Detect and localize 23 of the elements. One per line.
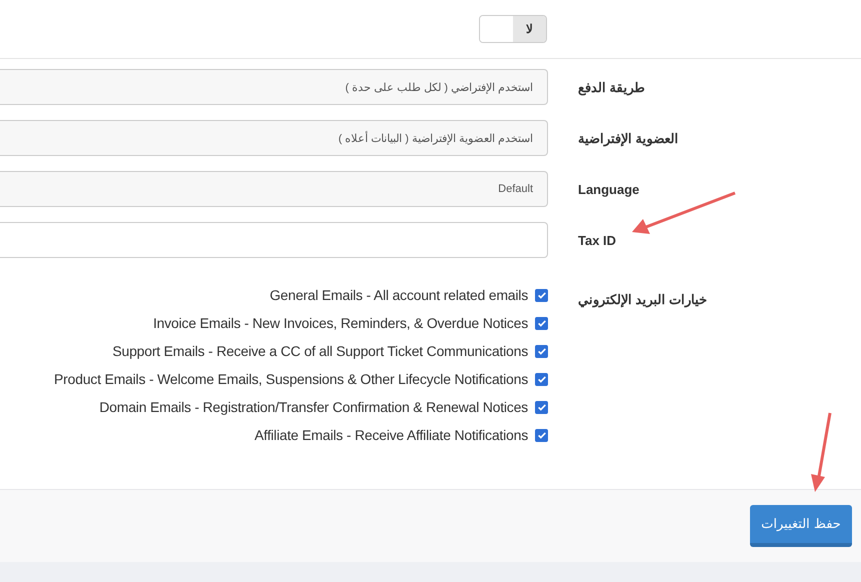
checkbox[interactable]	[535, 372, 548, 386]
email-option-label: Product Emails - Welcome Emails, Suspensions & Other Lifecycle Notifications	[54, 371, 528, 387]
checkbox[interactable]	[535, 400, 548, 414]
field-label: خيارات البريد الإلكتروني	[578, 292, 708, 307]
email-option-label: Invoice Emails - New Invoices, Reminders, & Overdue Notices	[153, 315, 528, 331]
checkbox[interactable]	[535, 288, 548, 302]
email-option-label: Domain Emails - Registration/Transfer Confirmation & Renewal Notices	[99, 399, 528, 415]
form-field[interactable]: استخدم العضوية الإفتراضية ( البيانات أعلاه )	[0, 120, 548, 156]
form-field[interactable]	[0, 222, 548, 258]
field-label: Language	[578, 182, 640, 196]
checkbox[interactable]	[535, 316, 548, 330]
email-option-label: Support Emails - Receive a CC of all Support Ticket Communications	[112, 343, 528, 359]
checkbox[interactable]	[535, 344, 548, 358]
email-option-label: Affiliate Emails - Receive Affiliate Notifications	[254, 427, 528, 443]
save-changes-button[interactable]: حفظ التغييرات	[750, 505, 852, 547]
checkbox[interactable]	[535, 428, 548, 442]
form-field[interactable]: Default	[0, 171, 548, 207]
form-field[interactable]: استخدم الإفتراضي ( لكل طلب على حدة )	[0, 69, 548, 105]
field-label: Tax ID	[578, 232, 616, 248]
field-label: العضوية الإفتراضية	[578, 130, 679, 146]
email-option-label: General Emails - All account related emails	[270, 287, 528, 303]
yes-no-toggle[interactable]: لا	[479, 15, 547, 43]
field-label: طريقة الدفع	[578, 80, 645, 94]
